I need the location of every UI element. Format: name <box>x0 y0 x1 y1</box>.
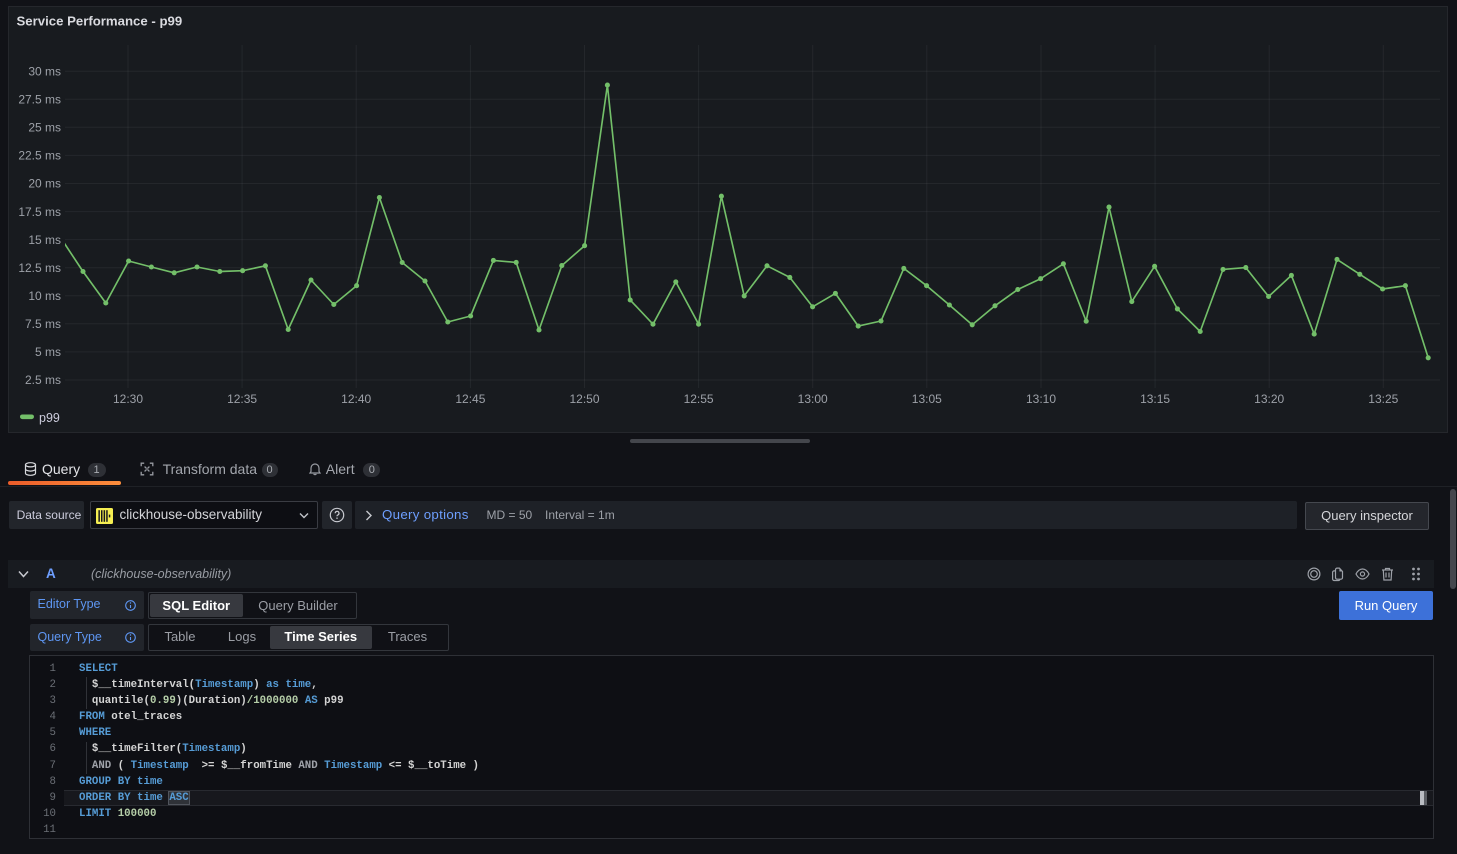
svg-text:13:20: 13:20 <box>1254 392 1284 406</box>
svg-text:25 ms: 25 ms <box>28 121 61 135</box>
svg-text:5 ms: 5 ms <box>35 345 61 359</box>
svg-text:12:45: 12:45 <box>455 392 485 406</box>
svg-text:12:35: 12:35 <box>227 392 257 406</box>
svg-text:30 ms: 30 ms <box>28 64 61 78</box>
svg-text:13:25: 13:25 <box>1368 392 1398 406</box>
svg-text:13:00: 13:00 <box>798 392 828 406</box>
svg-text:17.5 ms: 17.5 ms <box>18 205 61 219</box>
svg-text:27.5 ms: 27.5 ms <box>18 93 61 107</box>
svg-text:p99: p99 <box>39 411 60 425</box>
svg-text:12:30: 12:30 <box>113 392 143 406</box>
svg-text:7.5 ms: 7.5 ms <box>25 317 61 331</box>
svg-text:13:15: 13:15 <box>1140 392 1170 406</box>
svg-text:12.5 ms: 12.5 ms <box>18 261 61 275</box>
svg-text:13:10: 13:10 <box>1026 392 1056 406</box>
svg-text:2.5 ms: 2.5 ms <box>25 373 61 387</box>
svg-text:20 ms: 20 ms <box>28 177 61 191</box>
svg-text:12:40: 12:40 <box>341 392 371 406</box>
svg-text:12:55: 12:55 <box>684 392 714 406</box>
svg-text:12:50: 12:50 <box>569 392 599 406</box>
svg-text:13:05: 13:05 <box>912 392 942 406</box>
svg-text:15 ms: 15 ms <box>28 233 61 247</box>
svg-text:10 ms: 10 ms <box>28 289 61 303</box>
svg-text:22.5 ms: 22.5 ms <box>18 149 61 163</box>
svg-text:Service Performance - p99: Service Performance - p99 <box>17 14 183 29</box>
